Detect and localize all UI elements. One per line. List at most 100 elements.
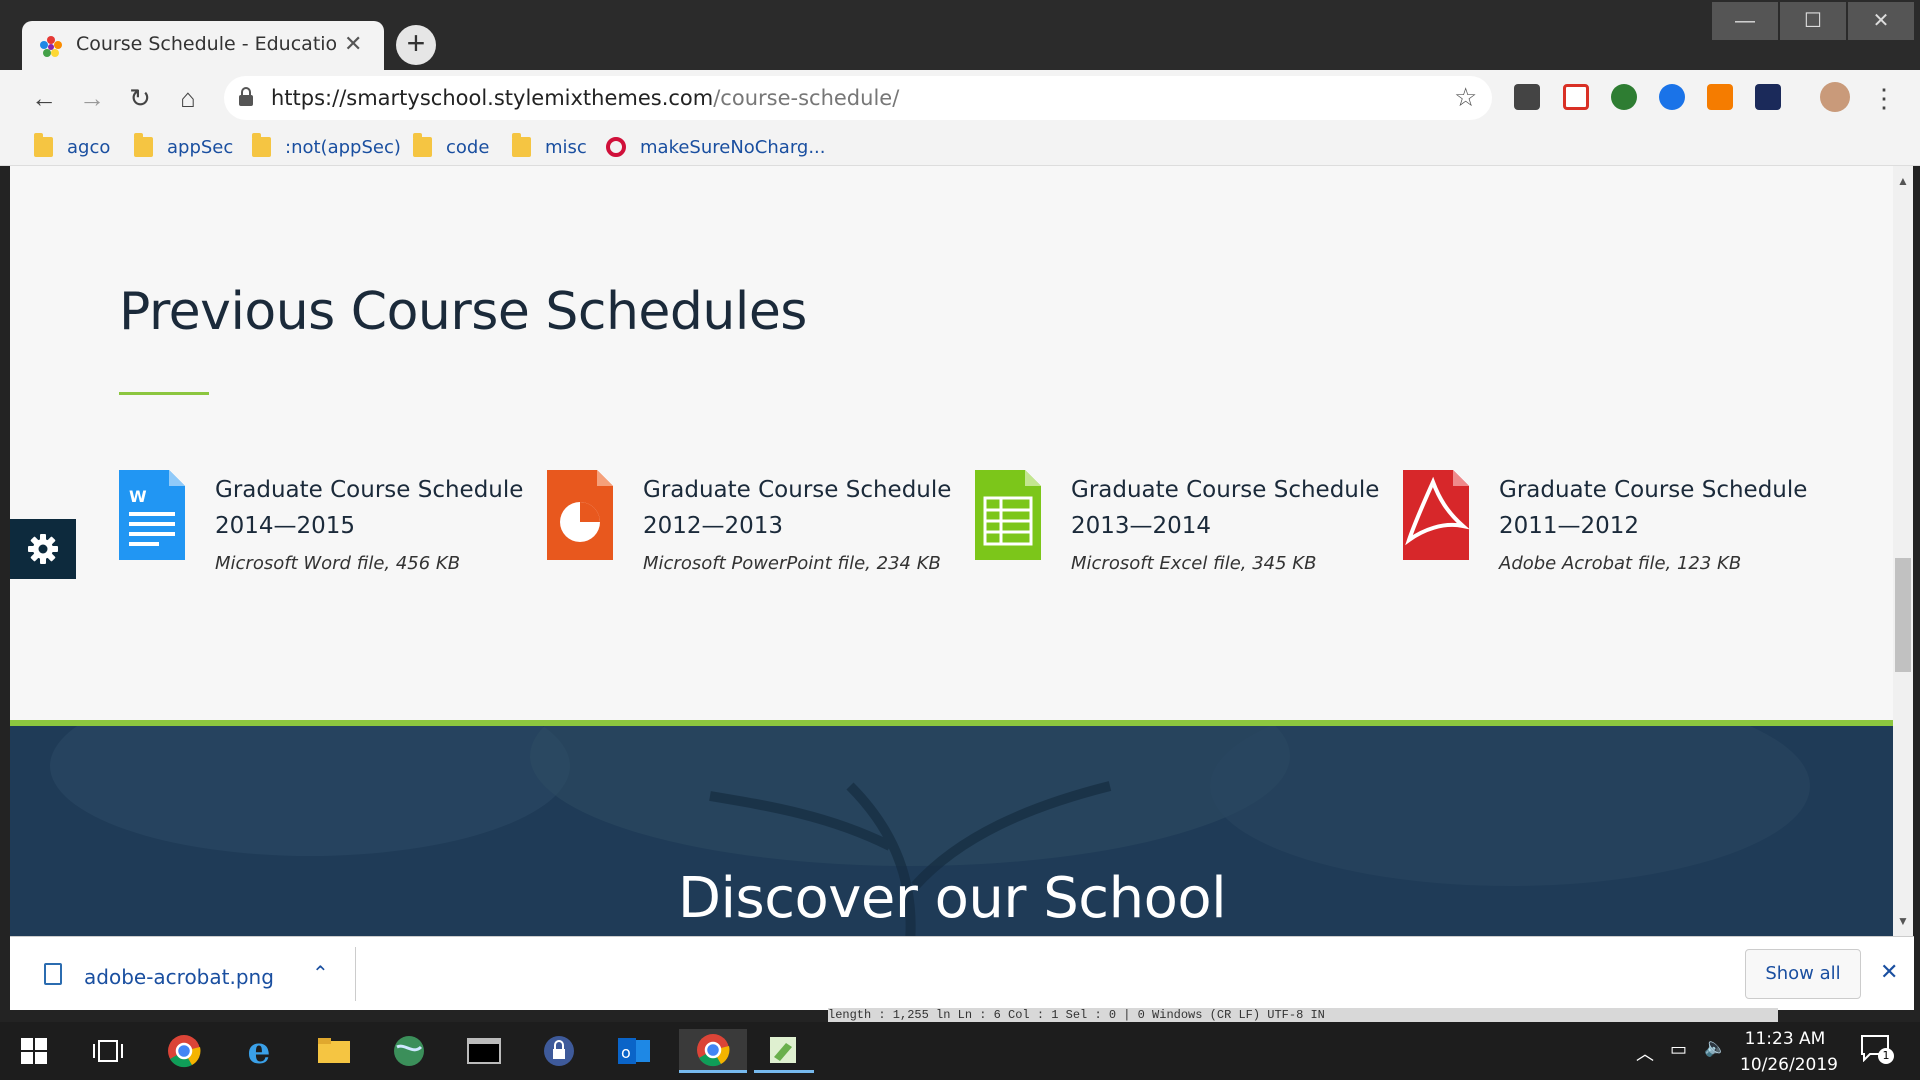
taskbar-chrome-active[interactable] xyxy=(679,1029,747,1073)
tab-title: Course Schedule - Education Wo xyxy=(76,33,336,55)
gear-icon xyxy=(28,534,58,564)
bookmark-not-appsec[interactable]: :not(appSec) xyxy=(252,133,401,160)
globe-icon xyxy=(394,1036,424,1066)
outlook-icon: o xyxy=(618,1038,650,1064)
folder-icon xyxy=(512,133,531,157)
page-scrollbar[interactable]: ▲ ▼ xyxy=(1893,166,1913,936)
document-link-word[interactable]: W Graduate Course Schedule 2014—2015 Mic… xyxy=(119,470,523,574)
document-title: Graduate Course Schedule 2014—2015 xyxy=(215,477,524,539)
chevron-up-icon[interactable]: ⌃ xyxy=(312,961,329,986)
tab-close-icon[interactable]: ✕ xyxy=(344,31,362,57)
windows-logo-icon xyxy=(21,1038,47,1064)
taskbar-terminal[interactable] xyxy=(454,1029,514,1073)
scroll-up-arrow-icon[interactable]: ▲ xyxy=(1897,174,1909,188)
gmail-extension-icon[interactable] xyxy=(1563,84,1589,110)
taskbar-globe-app[interactable] xyxy=(379,1029,439,1073)
home-icon[interactable]: ⌂ xyxy=(170,82,206,114)
show-all-button[interactable]: Show all xyxy=(1745,949,1861,999)
check-extension-icon[interactable] xyxy=(1659,84,1685,110)
browser-tab[interactable]: Course Schedule - Education Wo ✕ xyxy=(22,21,384,71)
taskbar-internet-explorer[interactable]: e xyxy=(229,1029,289,1073)
powerpoint-file-icon xyxy=(547,470,613,560)
close-window-button[interactable]: ✕ xyxy=(1848,2,1914,40)
taskbar-outlook[interactable]: o xyxy=(604,1029,664,1073)
chrome-icon xyxy=(168,1035,201,1068)
opera-icon xyxy=(606,137,626,157)
divider xyxy=(355,947,356,1001)
excel-file-icon xyxy=(975,470,1041,560)
minimize-button[interactable]: — xyxy=(1712,2,1778,40)
menu-dots-icon[interactable]: ⋮ xyxy=(1866,82,1902,114)
banner-title: Discover our School xyxy=(677,866,1227,931)
taskbar-file-explorer[interactable] xyxy=(304,1029,364,1073)
section-title: Previous Course Schedules xyxy=(119,282,807,342)
notification-count-badge: 1 xyxy=(1878,1048,1894,1064)
task-view-icon xyxy=(93,1040,123,1062)
page-viewport: Previous Course Schedules W Graduate Cou… xyxy=(10,166,1894,936)
bookmark-makesurenocharge[interactable]: makeSureNoCharg... xyxy=(606,134,826,160)
volume-icon[interactable]: 🔈 xyxy=(1704,1037,1726,1058)
document-meta: Microsoft Excel file, 345 KB xyxy=(1071,553,1317,574)
document-meta: Microsoft PowerPoint file, 234 KB xyxy=(643,553,941,574)
bookmark-appsec[interactable]: appSec xyxy=(134,133,233,160)
site-favicon-icon xyxy=(40,36,62,57)
start-button[interactable] xyxy=(4,1029,64,1073)
document-title: Graduate Course Schedule 2012—2013 xyxy=(643,477,952,539)
clock-time: 11:23 AM xyxy=(1744,1029,1826,1049)
folder-icon xyxy=(34,133,53,157)
bookmark-agco[interactable]: agco xyxy=(34,133,110,160)
taskbar-notepad[interactable] xyxy=(754,1029,814,1073)
document-link-powerpoint[interactable]: Graduate Course Schedule 2012—2013 Micro… xyxy=(547,470,951,574)
svg-text:o: o xyxy=(621,1043,631,1062)
maximize-button[interactable]: ☐ xyxy=(1780,2,1846,40)
document-meta: Microsoft Word file, 456 KB xyxy=(215,553,461,574)
chevron-up-tray-icon[interactable]: ︿ xyxy=(1636,1040,1654,1066)
title-underline xyxy=(119,392,209,395)
browser-toolbar: ← → ↻ ⌂ https://smartyschool.stylemixthe… xyxy=(0,70,1920,126)
folder-icon xyxy=(252,133,271,157)
bookmark-misc[interactable]: misc xyxy=(512,133,587,160)
download-bar: adobe-acrobat.png ⌃ Show all ✕ xyxy=(10,936,1914,1010)
settings-panel-button[interactable] xyxy=(10,519,76,579)
scroll-thumb[interactable] xyxy=(1895,558,1911,672)
document-title: Graduate Course Schedule 2013—2014 xyxy=(1071,477,1380,539)
system-clock[interactable]: 11:23 AM 10/26/2019 xyxy=(1740,1026,1838,1078)
chrome-icon xyxy=(697,1033,730,1066)
scroll-down-arrow-icon[interactable]: ▼ xyxy=(1897,914,1909,928)
globe-extension-icon[interactable] xyxy=(1611,84,1637,110)
document-link-excel[interactable]: Graduate Course Schedule 2013—2014 Micro… xyxy=(975,470,1379,574)
w-extension-icon[interactable] xyxy=(1755,84,1781,110)
new-tab-button[interactable]: + xyxy=(396,25,436,65)
taskbar-keepass[interactable] xyxy=(529,1029,589,1073)
clock-date: 10/26/2019 xyxy=(1740,1055,1838,1075)
bookmark-code[interactable]: code xyxy=(413,133,489,160)
back-icon[interactable]: ← xyxy=(26,82,62,114)
address-bar[interactable]: https://smartyschool.stylemixthemes.com/… xyxy=(224,76,1492,120)
bookmarks-bar: agco appSec :not(appSec) code misc makeS… xyxy=(0,126,1920,166)
pdf-file-icon xyxy=(1403,470,1469,560)
document-meta: Adobe Acrobat file, 123 KB xyxy=(1499,553,1742,574)
url-text: https://smartyschool.stylemixthemes.com/… xyxy=(271,86,900,110)
profile-avatar[interactable] xyxy=(1820,82,1850,112)
close-download-bar-icon[interactable]: ✕ xyxy=(1880,959,1898,985)
notification-center-button[interactable]: 1 xyxy=(1860,1034,1896,1068)
background-editor-statusbar: length : 1,255 ln Ln : 6 Col : 1 Sel : 0… xyxy=(828,1008,1778,1022)
word-file-icon: W xyxy=(119,470,185,560)
internet-explorer-icon: e xyxy=(247,1030,271,1072)
folder-icon xyxy=(134,133,153,157)
file-explorer-icon xyxy=(318,1038,350,1063)
taskbar-chrome[interactable] xyxy=(154,1029,214,1073)
reload-icon[interactable]: ↻ xyxy=(122,82,158,114)
download-extension-icon[interactable] xyxy=(1514,84,1540,110)
score-extension-icon[interactable] xyxy=(1707,84,1733,110)
forward-icon[interactable]: → xyxy=(74,82,110,114)
task-view-button[interactable] xyxy=(78,1029,138,1073)
battery-icon[interactable]: ▭ xyxy=(1670,1039,1687,1060)
windows-taskbar: e o ︿ ▭ 🔈 11:23 AM 10/26/2019 1 xyxy=(0,1022,1920,1080)
notepad-plus-icon xyxy=(770,1036,796,1063)
document-title: Graduate Course Schedule 2011—2012 xyxy=(1499,477,1808,539)
bookmark-star-icon[interactable]: ☆ xyxy=(1454,82,1477,113)
lock-icon xyxy=(239,87,253,106)
document-link-pdf[interactable]: Graduate Course Schedule 2011—2012 Adobe… xyxy=(1403,470,1807,574)
download-file-name[interactable]: adobe-acrobat.png xyxy=(84,965,274,989)
